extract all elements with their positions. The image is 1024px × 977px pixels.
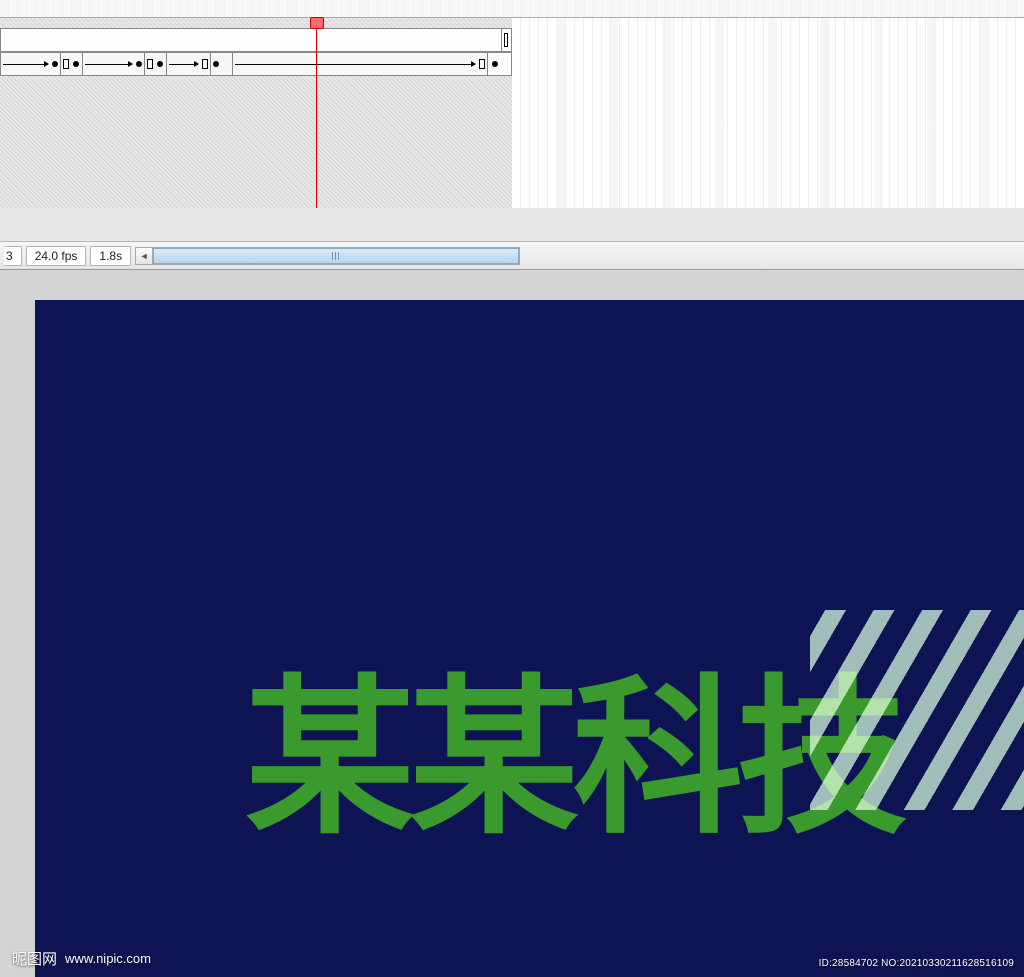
blank-keyframe-icon xyxy=(479,59,485,69)
timeline-ruler[interactable] xyxy=(0,0,1024,18)
keyframe-dot-icon xyxy=(136,61,142,67)
keyframe-dot-icon xyxy=(213,61,219,67)
tween-arrow-icon xyxy=(235,64,475,65)
keyframe-dot-icon xyxy=(73,61,79,67)
stage-canvas[interactable]: 某某科技 xyxy=(35,300,1024,977)
blank-keyframe-icon xyxy=(63,59,69,69)
playhead[interactable] xyxy=(316,18,317,208)
watermark: 昵图网 www.nipic.com xyxy=(12,948,151,969)
keyframe-dot-icon xyxy=(52,61,58,67)
blank-keyframe-icon xyxy=(202,59,208,69)
keyframe-dot-icon xyxy=(492,61,498,67)
scroll-left-button[interactable]: ◄ xyxy=(136,248,153,264)
stage-title-text[interactable]: 某某科技 xyxy=(245,620,901,866)
stage-area: 某某科技 xyxy=(0,270,1024,977)
timeline-layer-1[interactable] xyxy=(0,28,512,52)
current-frame-display: 3 xyxy=(4,246,22,266)
timeline-layer-2[interactable] xyxy=(0,52,512,76)
timeline-status-bar: 3 24.0 fps 1.8s ◄ xyxy=(0,241,1024,269)
timeline-empty-frames[interactable] xyxy=(512,18,1024,208)
tween-arrow-icon xyxy=(85,64,132,65)
timeline-panel: 3 24.0 fps 1.8s ◄ xyxy=(0,0,1024,270)
watermark-site-name: 昵图网 xyxy=(12,948,57,969)
fps-display[interactable]: 24.0 fps xyxy=(26,246,87,266)
blank-keyframe-icon xyxy=(147,59,153,69)
timeline-layers xyxy=(0,18,1024,208)
timeline-scrollbar[interactable]: ◄ xyxy=(135,247,520,265)
tween-arrow-icon xyxy=(3,64,48,65)
watermark-site-url: www.nipic.com xyxy=(65,951,151,966)
end-frame-marker xyxy=(504,33,508,47)
scrollbar-grip-icon xyxy=(332,252,340,260)
keyframe-dot-icon xyxy=(157,61,163,67)
watermark-id: ID:28584702 NO:20210330211628516109 xyxy=(819,958,1014,969)
tween-arrow-icon xyxy=(169,64,198,65)
scrollbar-thumb[interactable] xyxy=(153,248,519,264)
elapsed-time-display: 1.8s xyxy=(90,246,131,266)
